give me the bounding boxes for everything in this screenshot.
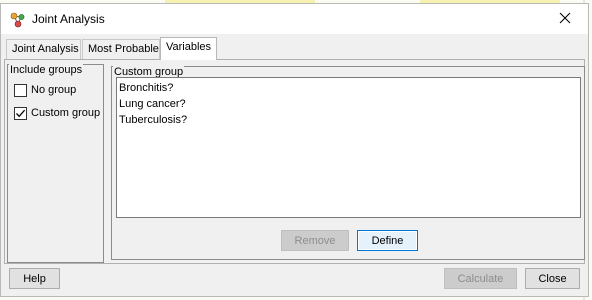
tab-label: Joint Analysis <box>12 43 79 55</box>
variables-panel: Include groups No group Custom group Cus… <box>4 59 585 264</box>
tab-label: Most Probable <box>88 43 159 55</box>
help-button[interactable]: Help <box>9 268 60 289</box>
tab-most-probable[interactable]: Most Probable <box>82 39 160 59</box>
list-item[interactable]: Bronchitis? <box>119 80 578 96</box>
tab-variables[interactable]: Variables <box>160 37 217 60</box>
custom-group-option-label: Custom group <box>31 107 101 119</box>
tab-joint-analysis[interactable]: Joint Analysis <box>6 39 81 59</box>
define-button[interactable]: Define <box>357 230 418 251</box>
no-group-option[interactable]: No group <box>14 82 76 98</box>
list-item[interactable]: Lung cancer? <box>119 96 578 112</box>
custom-group-box: Custom group Bronchitis? Lung cancer? Tu… <box>111 66 585 260</box>
close-window-button[interactable] <box>544 4 586 34</box>
custom-group-checkbox[interactable] <box>14 106 27 120</box>
title-bar: Joint Analysis <box>1 4 588 34</box>
window-title: Joint Analysis <box>32 12 105 26</box>
no-group-checkbox[interactable] <box>14 83 27 97</box>
calculate-button[interactable]: Calculate <box>444 268 517 289</box>
checkmark-icon <box>16 109 26 117</box>
include-groups-box: Include groups No group Custom group <box>7 64 104 263</box>
list-item[interactable]: Tuberculosis? <box>119 112 578 128</box>
network-graph-icon <box>10 12 26 28</box>
close-icon <box>559 12 571 27</box>
include-groups-label: Include groups <box>9 64 84 76</box>
custom-group-list[interactable]: Bronchitis? Lung cancer? Tuberculosis? <box>116 77 581 218</box>
tab-label: Variables <box>166 41 212 53</box>
no-group-label: No group <box>31 84 77 96</box>
joint-analysis-dialog: Joint Analysis Joint Analysis Most Proba… <box>0 3 589 297</box>
close-button[interactable]: Close <box>525 268 580 289</box>
custom-group-option[interactable]: Custom group <box>14 105 100 121</box>
remove-button[interactable]: Remove <box>281 230 349 251</box>
